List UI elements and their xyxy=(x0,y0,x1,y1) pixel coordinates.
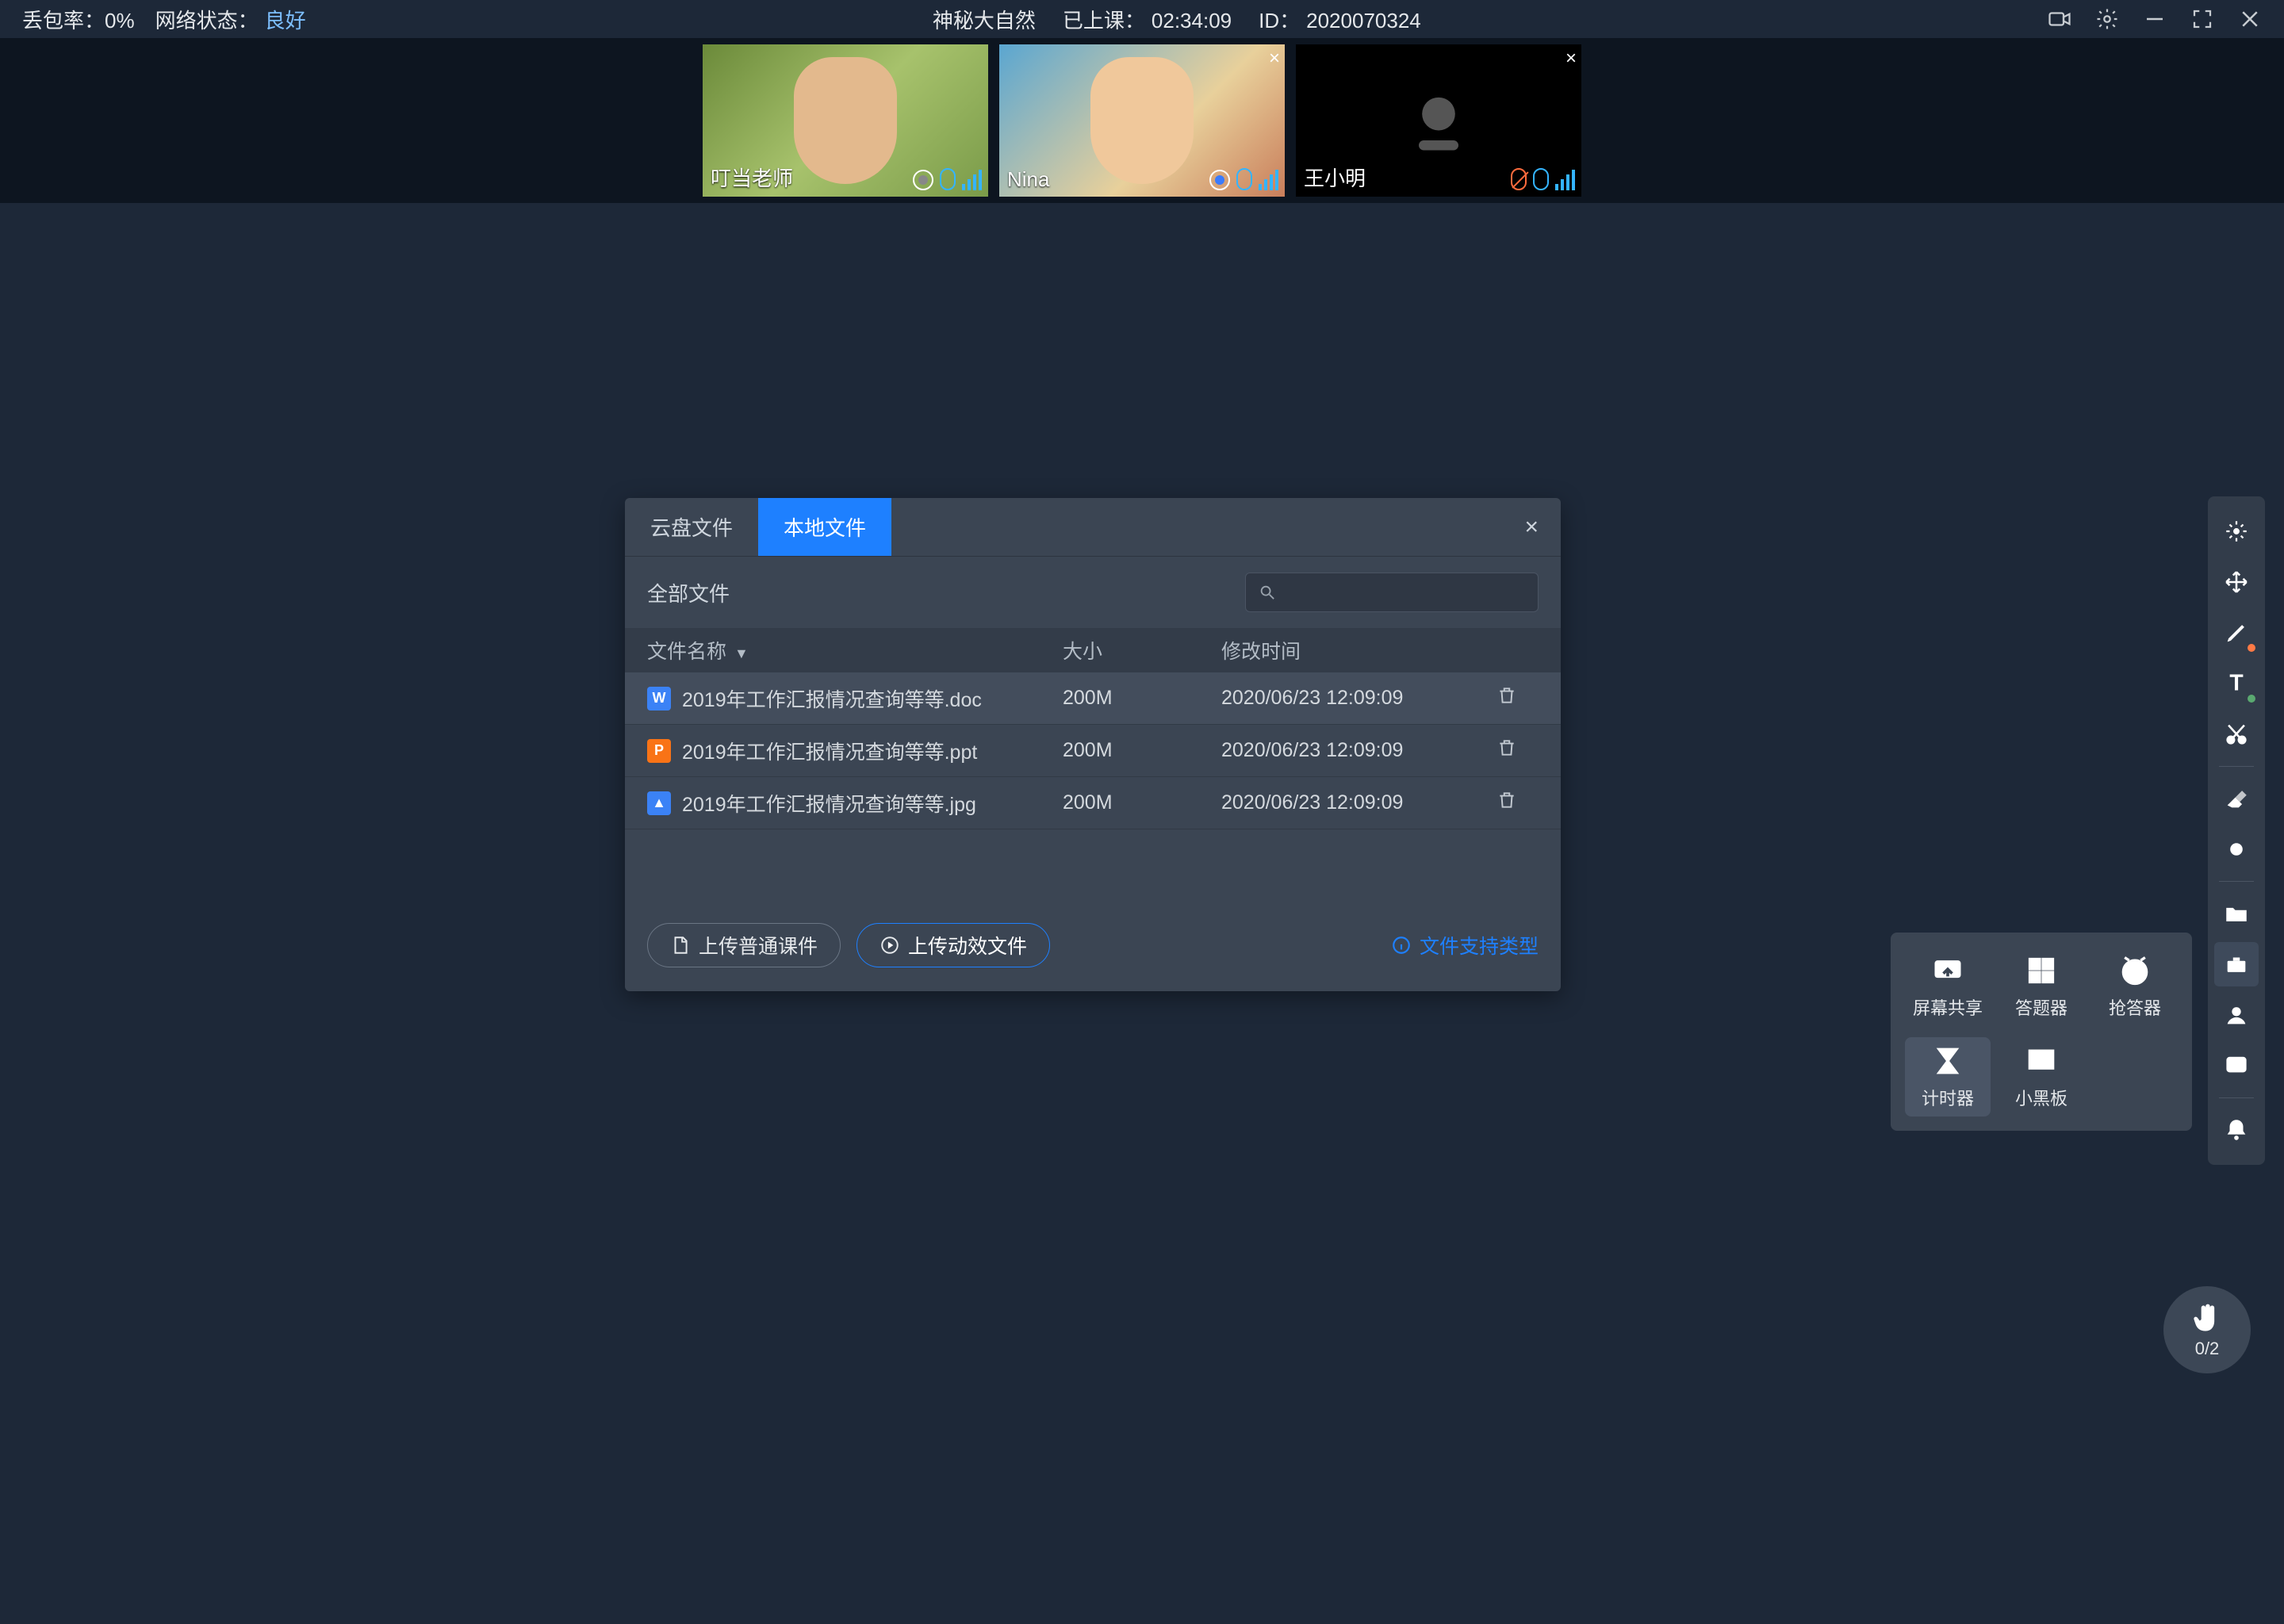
file-type-icon: ▲ xyxy=(647,791,671,815)
raise-hand-count: 0/2 xyxy=(2195,1339,2220,1359)
tab-local-files[interactable]: 本地文件 xyxy=(758,498,891,556)
tools-popover: 屏幕共享 答题器 抢答器 计时器 2+3 小黑板 xyxy=(1891,933,2192,1131)
network-status: 网络状态：良好 xyxy=(155,5,306,34)
delete-button[interactable] xyxy=(1475,790,1539,816)
badge-icon xyxy=(2248,644,2255,652)
info-icon xyxy=(1391,935,1412,956)
tool-folder[interactable] xyxy=(2214,891,2259,936)
col-name[interactable]: 文件名称▼ xyxy=(647,636,1063,665)
file-size: 200M xyxy=(1063,687,1221,710)
tool-bell[interactable] xyxy=(2214,1108,2259,1152)
file-name: 2019年工作汇报情况查询等等.doc xyxy=(682,684,982,713)
volume-bars-icon xyxy=(1259,168,1278,190)
file-type-icon: P xyxy=(647,739,671,763)
sidebar-tools: T xyxy=(2208,496,2265,1165)
folder-title: 全部文件 xyxy=(647,578,730,607)
participant-name: 王小明 xyxy=(1304,163,1366,192)
file-size: 200M xyxy=(1063,739,1221,762)
upload-normal-button[interactable]: 上传普通课件 xyxy=(647,923,841,967)
volume-bars-icon xyxy=(1555,168,1575,190)
svg-text:T: T xyxy=(2229,671,2243,696)
participant-name: 叮当老师 xyxy=(711,163,793,192)
session-id: ID：2020070324 xyxy=(1259,5,1421,34)
video-tile[interactable]: × 王小明 xyxy=(1296,44,1581,197)
raise-hand-fab[interactable]: 0/2 xyxy=(2163,1286,2251,1373)
file-dialog: 云盘文件 本地文件 × 全部文件 文件名称▼ 大小 修改时间 W 2019年工作汇… xyxy=(625,498,1561,991)
close-icon[interactable] xyxy=(2238,7,2262,31)
mic-icon xyxy=(1533,168,1549,190)
svg-text:2+3: 2+3 xyxy=(2032,1055,2052,1067)
mic-icon xyxy=(940,168,956,190)
tool-pen[interactable] xyxy=(2214,611,2259,655)
tool-quiz[interactable]: 答题器 xyxy=(1998,947,2084,1026)
packet-loss: 丢包率：0% xyxy=(22,5,135,34)
file-name: 2019年工作汇报情况查询等等.jpg xyxy=(682,789,976,818)
camera-status-icon xyxy=(913,170,933,190)
tool-toolbox[interactable] xyxy=(2214,942,2259,986)
tool-text[interactable]: T xyxy=(2214,661,2259,706)
tool-record[interactable] xyxy=(2214,827,2259,871)
table-row[interactable]: ▲ 2019年工作汇报情况查询等等.jpg 200M 2020/06/23 12:… xyxy=(625,777,1561,829)
dialog-close-icon[interactable]: × xyxy=(1518,514,1545,541)
tool-user[interactable] xyxy=(2214,993,2259,1037)
elapsed-time: 已上课：02:34:09 xyxy=(1063,5,1232,34)
minimize-icon[interactable] xyxy=(2143,7,2167,31)
tool-buzzer[interactable]: 抢答器 xyxy=(2092,947,2178,1026)
table-row[interactable]: W 2019年工作汇报情况查询等等.doc 200M 2020/06/23 12:… xyxy=(625,672,1561,725)
tool-timer[interactable]: 计时器 xyxy=(1905,1037,1991,1116)
mic-icon xyxy=(1236,168,1252,190)
table-header: 文件名称▼ 大小 修改时间 xyxy=(625,628,1561,672)
hand-icon xyxy=(2190,1300,2225,1335)
tool-scissors[interactable] xyxy=(2214,712,2259,756)
file-size: 200M xyxy=(1063,791,1221,814)
tool-blackboard[interactable]: 2+3 小黑板 xyxy=(1998,1037,2084,1116)
file-mtime: 2020/06/23 12:09:09 xyxy=(1221,739,1475,762)
badge-icon xyxy=(2248,695,2255,703)
delete-button[interactable] xyxy=(1475,737,1539,764)
delete-button[interactable] xyxy=(1475,685,1539,711)
camera-status-icon xyxy=(1209,170,1230,190)
class-title: 神秘大自然 xyxy=(933,5,1036,34)
tool-chat[interactable] xyxy=(2214,1044,2259,1088)
close-icon[interactable]: × xyxy=(1269,48,1280,70)
file-mtime: 2020/06/23 12:09:09 xyxy=(1221,791,1475,814)
file-name: 2019年工作汇报情况查询等等.ppt xyxy=(682,737,977,765)
tool-eraser[interactable] xyxy=(2214,776,2259,821)
upload-dynamic-button[interactable]: 上传动效文件 xyxy=(856,923,1050,967)
camera-off-icon xyxy=(1399,81,1478,160)
play-icon xyxy=(879,935,900,956)
col-size[interactable]: 大小 xyxy=(1063,636,1221,665)
fullscreen-icon[interactable] xyxy=(2190,7,2214,31)
supported-types-link[interactable]: 文件支持类型 xyxy=(1391,931,1539,959)
search-icon xyxy=(1259,583,1276,602)
settings-icon[interactable] xyxy=(2095,7,2119,31)
participant-name: Nina xyxy=(1007,167,1049,192)
file-type-icon: W xyxy=(647,687,671,710)
tool-screen-share[interactable]: 屏幕共享 xyxy=(1905,947,1991,1026)
video-tile[interactable]: × Nina xyxy=(999,44,1285,197)
volume-bars-icon xyxy=(962,168,982,190)
top-status-bar: 丢包率：0% 网络状态：良好 神秘大自然 已上课：02:34:09 ID：202… xyxy=(0,0,2284,38)
camera-icon[interactable] xyxy=(2048,7,2071,31)
tab-cloud-files[interactable]: 云盘文件 xyxy=(625,498,758,556)
sort-icon: ▼ xyxy=(734,645,749,661)
col-mtime[interactable]: 修改时间 xyxy=(1221,636,1475,665)
table-row[interactable]: P 2019年工作汇报情况查询等等.ppt 200M 2020/06/23 12:… xyxy=(625,725,1561,777)
video-tile[interactable]: 叮当老师 xyxy=(703,44,988,197)
close-icon[interactable]: × xyxy=(1565,48,1577,70)
search-input[interactable] xyxy=(1245,573,1539,612)
main-area: 云盘文件 本地文件 × 全部文件 文件名称▼ 大小 修改时间 W 2019年工作汇… xyxy=(0,203,2284,1624)
mic-muted-icon xyxy=(1511,168,1527,190)
tool-move[interactable] xyxy=(2214,560,2259,604)
tool-laser[interactable] xyxy=(2214,509,2259,553)
video-strip: 叮当老师 × Nina × 王小明 xyxy=(0,38,2284,203)
file-mtime: 2020/06/23 12:09:09 xyxy=(1221,687,1475,710)
file-icon xyxy=(670,935,691,956)
